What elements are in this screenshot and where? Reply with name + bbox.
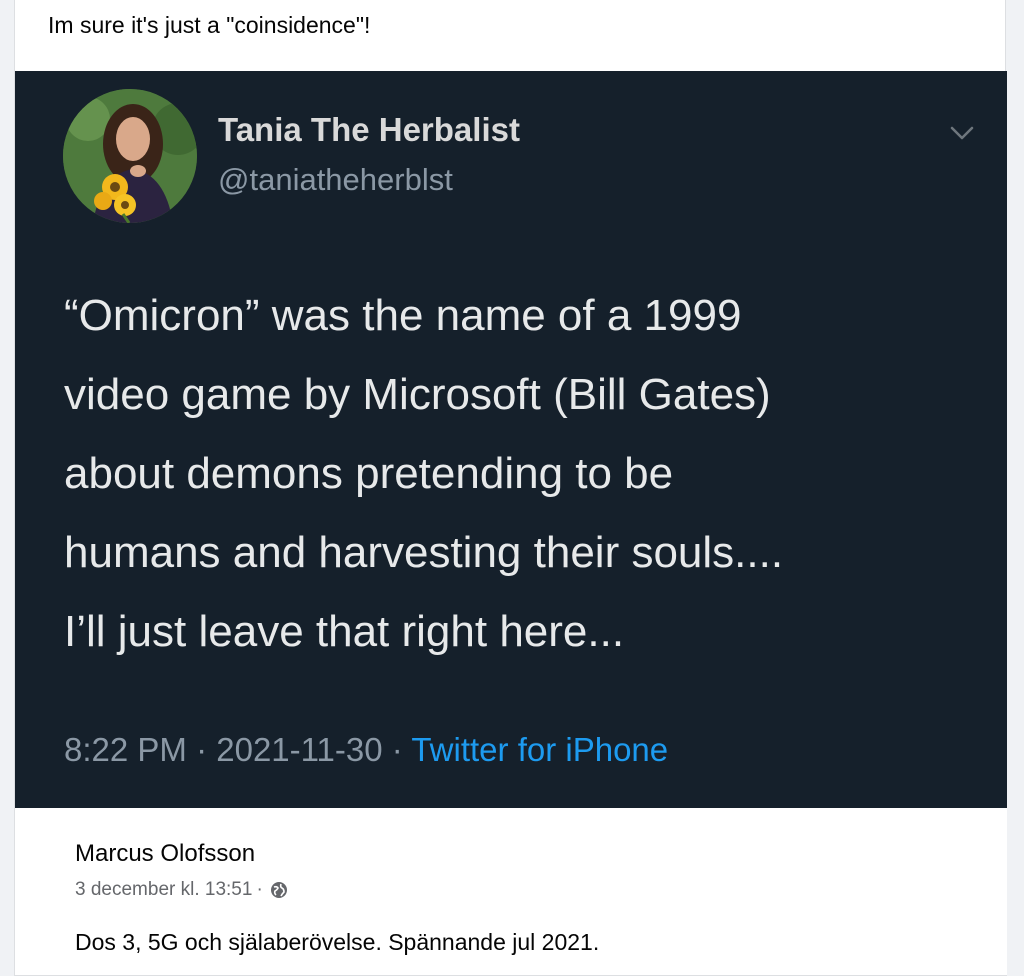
tweet-time: 8:22 PM [64, 731, 187, 768]
meta-separator: · [256, 879, 263, 900]
tweet-author-name: Tania The Herbalist [218, 111, 520, 148]
globe-icon [269, 880, 289, 900]
comment-meta: 3 december kl. 13:51 · [75, 879, 289, 901]
tweet-metadata: 8:22 PM · 2021-11-30 · Twitter for iPhon… [64, 731, 668, 769]
tweet-text-line: humans and harvesting their souls.... [64, 528, 784, 577]
chevron-down-icon[interactable] [944, 115, 980, 151]
meta-separator: · [391, 731, 412, 768]
tweet-author-avatar [63, 89, 197, 223]
comment-text: Dos 3, 5G och själaberövelse. Spännande … [75, 929, 600, 955]
tweet-text-line: video game by Microsoft (Bill Gates) [64, 370, 771, 419]
facebook-post-card: Im sure it's just a "coinsidence"! Tania… [14, 0, 1007, 976]
tweet-text: “Omicron” was the name of a 1999 video g… [64, 276, 964, 671]
tweet-text-line: about demons pretending to be [64, 449, 674, 498]
comment-timestamp[interactable]: 3 december kl. 13:51 [75, 879, 252, 901]
tweet-text-line: “Omicron” was the name of a 1999 [64, 291, 742, 340]
meta-separator: · [196, 731, 217, 768]
embedded-tweet-screenshot: Tania The Herbalist @taniatheherblst “Om… [15, 71, 1007, 808]
post-caption: Im sure it's just a "coinsidence"! [48, 12, 371, 38]
tweet-date: 2021-11-30 [216, 731, 383, 768]
tweet-source-link[interactable]: Twitter for iPhone [411, 731, 668, 768]
page: Im sure it's just a "coinsidence"! Tania… [0, 0, 1024, 976]
comment-author-name[interactable]: Marcus Olofsson [75, 840, 255, 868]
tweet-author-handle: @taniatheherblst [218, 162, 453, 197]
comment: Marcus Olofsson 3 december kl. 13:51 · D… [15, 808, 1007, 976]
tweet-text-line: I’ll just leave that right here... [64, 607, 625, 656]
